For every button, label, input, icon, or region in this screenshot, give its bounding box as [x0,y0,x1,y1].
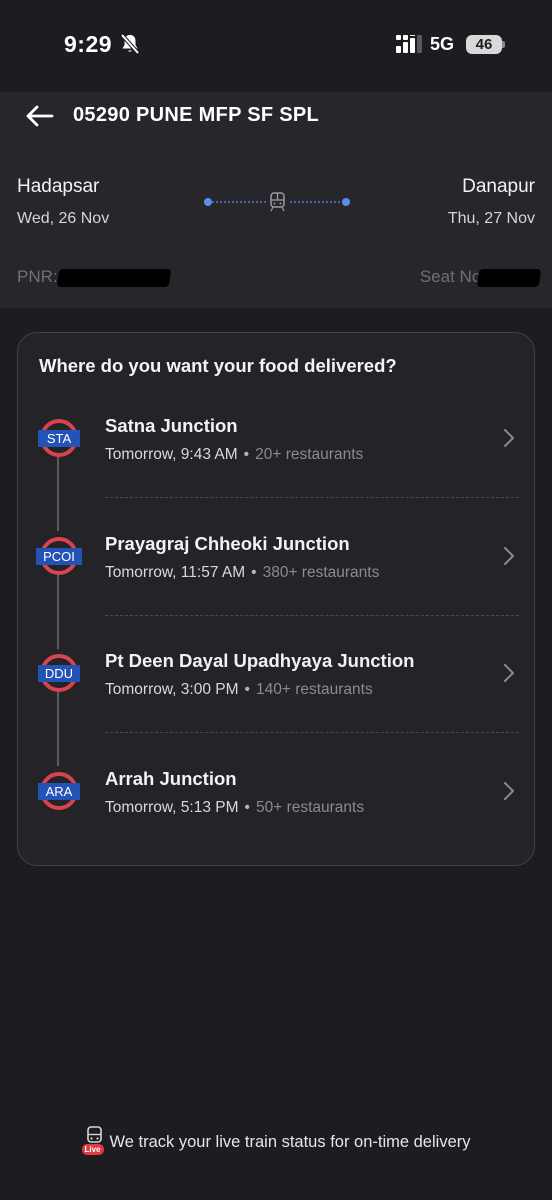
station-code: DDU [38,665,80,682]
eta-time: Tomorrow, 9:43 AM [105,446,238,463]
footer-text: We track your live train status for on-t… [109,1132,471,1151]
station-code: STA [38,430,80,447]
station-code: ARA [38,783,80,800]
station-eta: Tomorrow, 11:57 AM • 380+ restaurants [105,564,379,582]
back-button[interactable] [20,100,60,132]
restaurant-count: 20+ restaurants [255,446,364,463]
divider [105,497,519,498]
station-name: Pt Deen Dayal Upadhyaya Junction [105,650,415,671]
station-code: PCOI [36,548,82,565]
delivery-station-card: Where do you want your food delivered? S… [17,332,535,866]
train-header: 05290 PUNE MFP SF SPL Hadapsar Wed, 26 N… [0,92,552,308]
battery-cap [502,41,505,48]
live-tracking-note: Live We track your live train status for… [0,1124,552,1160]
station-option-ara[interactable]: ARA Arrah Junction Tomorrow, 5:13 PM • 50+… [18,768,536,889]
separator-dot: • [251,564,257,581]
station-name: Arrah Junction [105,768,237,789]
separator-dot: • [244,681,250,698]
train-title: 05290 PUNE MFP SF SPL [73,104,320,126]
pnr-label: PNR: [17,267,58,286]
restaurant-count: 380+ restaurants [262,564,380,581]
origin-station: Hadapsar [17,176,100,197]
live-train-icon: Live [81,1126,104,1158]
chevron-right-icon [504,664,514,682]
pnr-redaction [56,268,171,287]
seat-label: Seat No: [419,267,486,286]
seat-redaction [476,268,542,287]
station-name: Satna Junction [105,415,238,436]
route-line [204,192,350,212]
silent-bell-icon [120,33,140,55]
station-option-ddu[interactable]: DDU Pt Deen Dayal Upadhyaya Junction Tom… [18,650,536,771]
station-eta: Tomorrow, 3:00 PM • 140+ restaurants [105,681,373,699]
station-eta: Tomorrow, 9:43 AM • 20+ restaurants [105,446,363,464]
station-eta: Tomorrow, 5:13 PM • 50+ restaurants [105,799,364,817]
station-option-sta[interactable]: STA Satna Junction Tomorrow, 9:43 AM • 20+… [18,415,536,536]
train-icon [270,192,285,212]
separator-dot: • [244,799,250,816]
chevron-right-icon [504,429,514,447]
destination-date: Thu, 27 Nov [447,210,535,227]
station-name: Prayagraj Chheoki Junction [105,533,350,554]
eta-time: Tomorrow, 3:00 PM [105,681,239,698]
divider [105,732,519,733]
network-type: 5G [430,34,455,54]
divider [105,615,519,616]
status-time: 9:29 [64,31,113,57]
live-badge: Live [81,1144,104,1155]
pnr-field: PNR: [17,267,171,287]
battery-icon: 46 [466,35,502,54]
eta-time: Tomorrow, 5:13 PM [105,799,239,816]
seat-field: Seat No: [419,267,542,287]
origin-date: Wed, 26 Nov [17,210,110,227]
separator-dot: • [243,446,250,463]
destination-station: Danapur [462,176,535,197]
restaurant-count: 50+ restaurants [255,799,365,816]
eta-time: Tomorrow, 11:57 AM [105,564,246,581]
signal-icon [396,35,422,53]
station-option-pcoi[interactable]: PCOI Prayagraj Chheoki Junction Tomorrow… [18,533,536,654]
chevron-right-icon [504,547,514,565]
chevron-right-icon [504,782,514,800]
arrow-left-icon [26,105,54,127]
card-title: Where do you want your food delivered? [39,355,397,376]
restaurant-count: 140+ restaurants [255,681,373,698]
status-bar: 9:29 5G 46 [0,0,552,92]
